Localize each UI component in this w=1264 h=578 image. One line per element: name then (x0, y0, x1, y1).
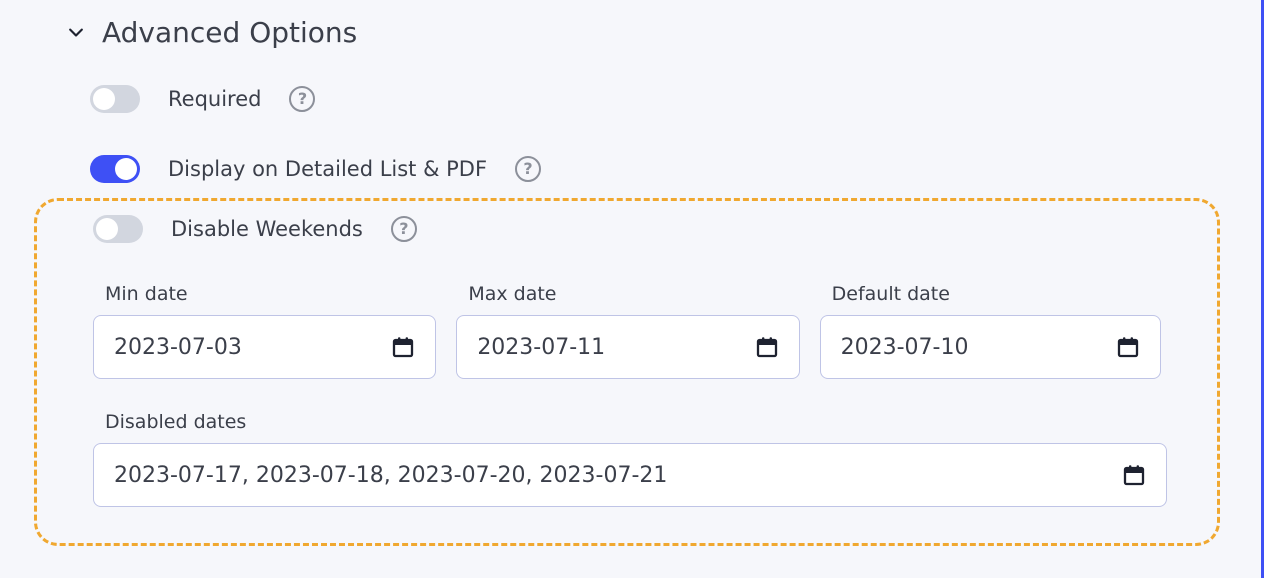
max-date-label: Max date (456, 283, 799, 305)
disable-weekends-option: Disable Weekends ? (93, 215, 1161, 243)
calendar-icon[interactable] (1116, 335, 1140, 359)
disabled-dates-field: Disabled dates 2023-07-17, 2023-07-18, 2… (93, 411, 1161, 507)
section-title: Advanced Options (102, 16, 357, 49)
help-icon[interactable]: ? (515, 156, 541, 182)
default-date-value: 2023-07-10 (841, 335, 1116, 360)
disabled-dates-input[interactable]: 2023-07-17, 2023-07-18, 2023-07-20, 2023… (93, 443, 1167, 507)
display-label: Display on Detailed List & PDF (168, 157, 487, 181)
min-date-input[interactable]: 2023-07-03 (93, 315, 436, 379)
default-date-input[interactable]: 2023-07-10 (820, 315, 1161, 379)
disable-weekends-label: Disable Weekends (171, 217, 363, 241)
min-date-field: Min date 2023-07-03 (93, 283, 436, 379)
calendar-icon[interactable] (755, 335, 779, 359)
display-toggle[interactable] (90, 155, 140, 183)
disabled-dates-label: Disabled dates (93, 411, 1161, 433)
required-label: Required (168, 87, 261, 111)
min-date-value: 2023-07-03 (114, 335, 391, 360)
default-date-field: Default date 2023-07-10 (820, 283, 1161, 379)
min-date-label: Min date (93, 283, 436, 305)
max-date-input[interactable]: 2023-07-11 (456, 315, 799, 379)
max-date-value: 2023-07-11 (477, 335, 754, 360)
highlighted-region: Disable Weekends ? Min date 2023-07-03 (34, 198, 1220, 546)
help-icon[interactable]: ? (391, 216, 417, 242)
settings-panel: Advanced Options Required ? Display on D… (0, 0, 1264, 578)
required-option: Required ? (90, 85, 1261, 113)
disable-weekends-toggle[interactable] (93, 215, 143, 243)
default-date-label: Default date (820, 283, 1161, 305)
help-icon[interactable]: ? (289, 86, 315, 112)
disabled-dates-value: 2023-07-17, 2023-07-18, 2023-07-20, 2023… (114, 463, 1122, 488)
required-toggle[interactable] (90, 85, 140, 113)
chevron-down-icon (66, 23, 86, 43)
max-date-field: Max date 2023-07-11 (456, 283, 799, 379)
calendar-icon[interactable] (1122, 463, 1146, 487)
section-header[interactable]: Advanced Options (66, 16, 1261, 49)
date-fields-row: Min date 2023-07-03 Max date (93, 283, 1161, 379)
display-option: Display on Detailed List & PDF ? (90, 155, 1261, 183)
calendar-icon[interactable] (391, 335, 415, 359)
